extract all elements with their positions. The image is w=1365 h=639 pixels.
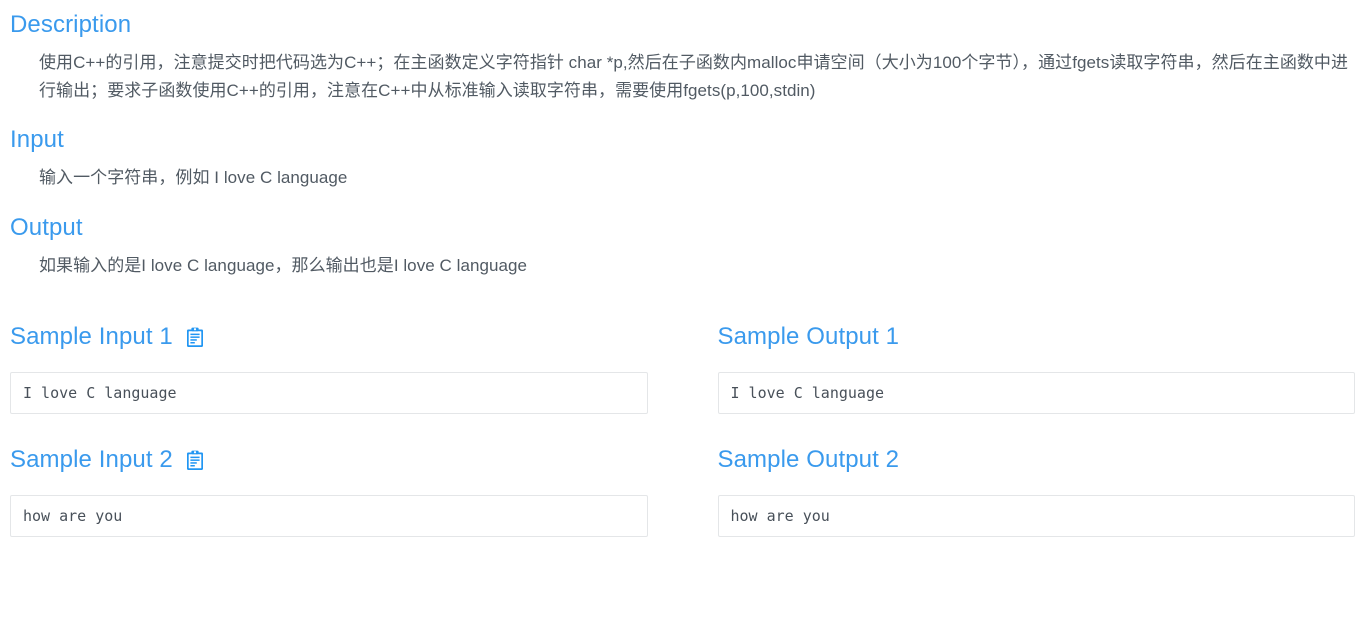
sample-output-value[interactable]: how are you [717, 495, 1355, 537]
clipboard-copy-icon[interactable] [185, 448, 205, 472]
sample-input-value[interactable]: how are you [10, 495, 648, 537]
sample-input-column: Sample Input 2 how are you [10, 445, 683, 537]
sample-output-header: Sample Output 1 [718, 322, 1356, 352]
samples-section: Sample Input 1 I love C language Sample … [10, 322, 1355, 537]
sample-input-title: Sample Input 1 [10, 323, 173, 350]
sample-input-column: Sample Input 1 I love C language [10, 322, 683, 414]
sample-output-value[interactable]: I love C language [717, 372, 1355, 414]
output-heading: Output [10, 214, 83, 241]
sample-row: Sample Input 2 how are you Sample Output… [10, 445, 1355, 537]
clipboard-copy-icon[interactable] [185, 325, 205, 349]
description-section: Description 使用C++的引用，注意提交时把代码选为C++；在主函数定… [10, 10, 1355, 105]
problem-statement-page: Description 使用C++的引用，注意提交时把代码选为C++；在主函数定… [0, 10, 1365, 639]
sample-input-title: Sample Input 2 [10, 446, 173, 473]
sample-row: Sample Input 1 I love C language Sample … [10, 322, 1355, 414]
description-text: 使用C++的引用，注意提交时把代码选为C++；在主函数定义字符指针 char *… [39, 53, 1349, 100]
input-heading: Input [10, 126, 64, 153]
sample-input-value[interactable]: I love C language [10, 372, 648, 414]
sample-output-header: Sample Output 2 [718, 445, 1356, 475]
sample-input-header: Sample Input 1 [10, 322, 648, 352]
sample-output-column: Sample Output 1 I love C language [683, 322, 1356, 414]
sample-output-title: Sample Output 1 [717, 323, 900, 350]
sample-input-header: Sample Input 2 [10, 445, 648, 475]
description-heading: Description [10, 11, 132, 38]
output-section: Output 如果输入的是I love C language，那么输出也是I l… [10, 213, 1355, 280]
sample-output-column: Sample Output 2 how are you [683, 445, 1356, 537]
output-text: 如果输入的是I love C language，那么输出也是I love C l… [39, 256, 527, 275]
sample-output-title: Sample Output 2 [717, 446, 900, 473]
input-text: 输入一个字符串，例如 I love C language [39, 168, 348, 187]
input-section: Input 输入一个字符串，例如 I love C language [10, 125, 1355, 192]
